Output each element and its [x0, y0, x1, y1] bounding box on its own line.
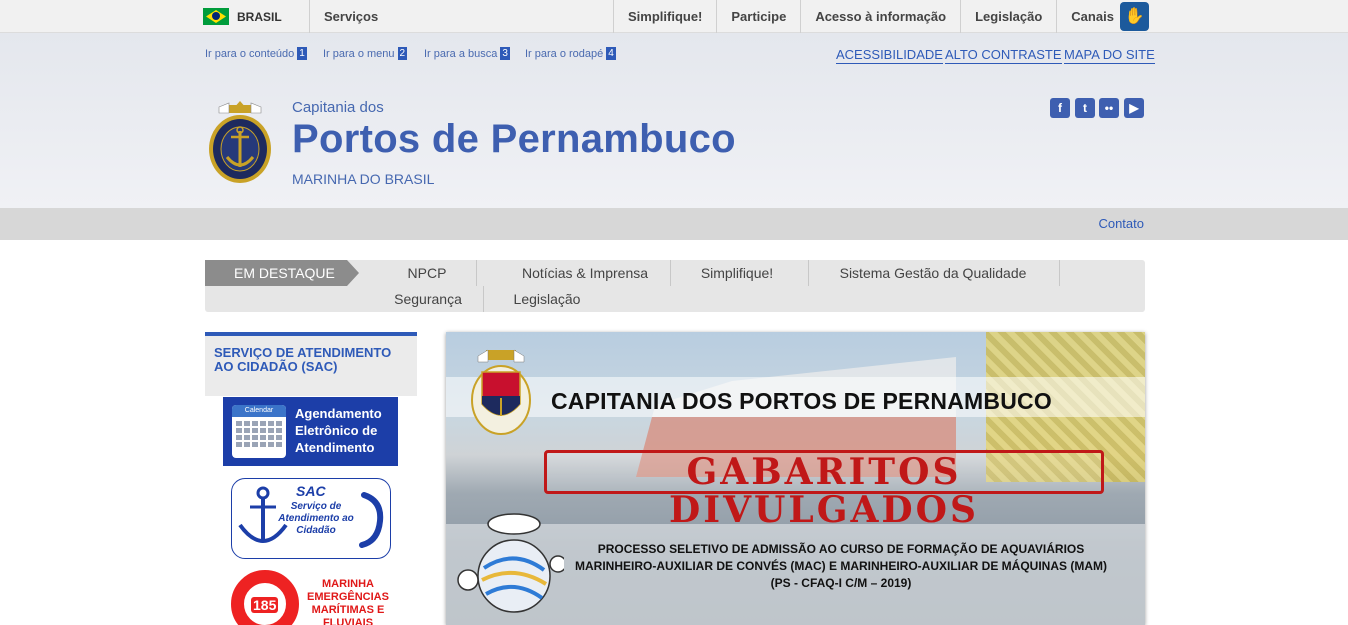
gov-menu-canais[interactable]: Canais	[1056, 0, 1128, 33]
emergencias-banner[interactable]: 185 MARINHA EMERGÊNCIAS MARÍTIMAS E FLUV…	[231, 568, 391, 625]
skip-link-number: 3	[500, 47, 510, 60]
acessibilidade-link[interactable]: ACESSIBILIDADE	[836, 47, 943, 64]
nav-item-simplifique[interactable]: Simplifique!	[675, 260, 799, 286]
flickr-icon[interactable]: ••	[1099, 98, 1119, 118]
youtube-icon[interactable]: ▶	[1124, 98, 1144, 118]
skip-link-menu[interactable]: Ir para o menu 2	[323, 47, 408, 60]
agendamento-label: Agendamento Eletrônico de Atendimento	[295, 406, 382, 455]
em-destaque-label: EM DESTAQUE	[205, 260, 359, 286]
gov-menu-participe[interactable]: Participe	[716, 0, 800, 33]
hero-description: PROCESSO SELETIVO DE ADMISSÃO AO CURSO D…	[546, 541, 1136, 592]
hero-headline: GABARITOS DIVULGADOS	[544, 450, 1104, 529]
header-subtitle: MARINHA DO BRASIL	[292, 171, 435, 187]
nav-divider	[1059, 260, 1060, 286]
skip-link-label: Ir para o rodapé	[525, 47, 604, 60]
skip-link-number: 2	[397, 47, 408, 60]
servicos-link[interactable]: Serviços	[324, 0, 378, 33]
twitter-icon[interactable]: t	[1075, 98, 1095, 118]
skip-link-number: 1	[297, 47, 307, 60]
skip-link-search[interactable]: Ir para a busca 3	[424, 47, 510, 60]
calendar-header: Calendar	[232, 405, 286, 417]
skip-link-label: Ir para a busca	[424, 47, 498, 60]
hero-line-2: MARINHEIRO-AUXILIAR DE CONVÉS (MAC) E MA…	[575, 559, 1107, 573]
nav-item-noticias[interactable]: Notícias & Imprensa	[490, 260, 680, 286]
vlibras-hand-icon[interactable]: ✋	[1120, 2, 1149, 31]
brasil-label: BRASIL	[237, 9, 282, 24]
hero-banner[interactable]: CAPITANIA DOS PORTOS DE PERNAMBUCO GABAR…	[446, 332, 1145, 625]
main-nav: EM DESTAQUE NPCP Notícias & Imprensa Sim…	[205, 260, 1145, 312]
brazil-flag-icon	[203, 8, 229, 25]
sac-banner[interactable]: SAC Serviço de Atendimento ao Cidadão	[231, 478, 391, 559]
nav-item-npcp[interactable]: NPCP	[391, 260, 463, 286]
site-title[interactable]: Portos de Pernambuco	[292, 117, 736, 162]
sac-label: SAC	[296, 483, 326, 499]
facebook-icon[interactable]: f	[1050, 98, 1070, 118]
nav-divider	[483, 286, 484, 312]
nav-divider	[808, 260, 809, 286]
site-header: Ir para o conteúdo 1 Ir para o menu 2 Ir p…	[0, 33, 1348, 208]
service-bar: Contato	[0, 208, 1348, 240]
telephone-icon	[359, 492, 384, 548]
skip-link-number: 4	[606, 47, 616, 60]
brasil-link[interactable]: BRASIL	[203, 0, 282, 33]
hero-title: CAPITANIA DOS PORTOS DE PERNAMBUCO	[551, 388, 1052, 414]
skip-link-footer[interactable]: Ir para o rodapé 4	[525, 47, 616, 60]
sac-sub-label: Serviço de Atendimento ao Cidadão	[278, 501, 354, 536]
emergency-number: 185	[251, 597, 279, 613]
gov-menu: Simplifique! Participe Acesso à informaç…	[613, 0, 1128, 33]
contato-link[interactable]: Contato	[1098, 216, 1144, 231]
nav-item-sistema-gestao[interactable]: Sistema Gestão da Qualidade	[818, 260, 1048, 286]
nav-item-seguranca[interactable]: Segurança	[375, 286, 481, 312]
gov-menu-acesso-informacao[interactable]: Acesso à informação	[800, 0, 960, 33]
marinha-crest-logo[interactable]	[207, 99, 273, 187]
gov-menu-legislacao[interactable]: Legislação	[960, 0, 1056, 33]
gov-menu-simplifique[interactable]: Simplifique!	[613, 0, 716, 33]
divider	[309, 0, 310, 33]
calendar-icon: Calendar	[232, 405, 286, 458]
sac-title: SERVIÇO DE ATENDIMENTO AO CIDADÃO (SAC)	[214, 345, 392, 374]
gov-bar: BRASIL Serviços Simplifique! Participe A…	[0, 0, 1348, 33]
emergency-label: MARINHA EMERGÊNCIAS MARÍTIMAS E FLUVIAIS	[307, 578, 389, 625]
nav-item-legislacao[interactable]: Legislação	[495, 286, 599, 312]
agendamento-banner[interactable]: Calendar Agendamento Eletrônico de Atend…	[223, 397, 398, 466]
nav-divider	[476, 260, 477, 286]
mapa-do-site-link[interactable]: MAPA DO SITE	[1064, 47, 1155, 64]
skip-link-label: Ir para o conteúdo	[205, 47, 295, 60]
alto-contraste-link[interactable]: ALTO CONTRASTE	[945, 47, 1062, 64]
skip-link-label: Ir para o menu	[323, 47, 395, 60]
skip-link-content[interactable]: Ir para o conteúdo 1	[205, 47, 307, 60]
sac-section-header: SERVIÇO DE ATENDIMENTO AO CIDADÃO (SAC)	[205, 332, 417, 396]
header-pretitle: Capitania dos	[292, 99, 384, 116]
hero-line-1: PROCESSO SELETIVO DE ADMISSÃO AO CURSO D…	[597, 542, 1085, 556]
hero-line-3: (PS - CFAQ-I C/M – 2019)	[770, 576, 912, 590]
nav-divider	[670, 260, 671, 286]
capitania-emblem-icon	[471, 349, 531, 435]
